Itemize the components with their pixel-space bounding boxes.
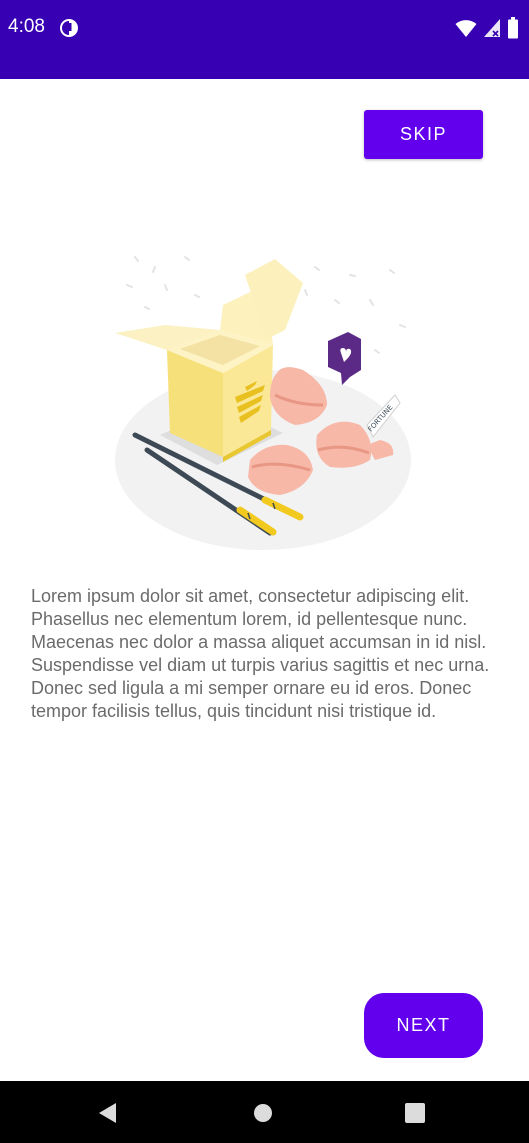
status-bar: 4:08 bbox=[0, 0, 529, 79]
signal-icon bbox=[484, 19, 500, 37]
next-button[interactable]: NEXT bbox=[364, 993, 483, 1058]
onboarding-screen: 4:08 SKIP FORTUNE Lorem ipsum dolor sit … bbox=[0, 0, 529, 1143]
skip-button[interactable]: SKIP bbox=[364, 110, 483, 159]
status-icons bbox=[455, 16, 519, 40]
wifi-icon bbox=[455, 20, 477, 37]
battery-icon bbox=[508, 17, 518, 39]
status-time: 4:08 bbox=[8, 16, 45, 37]
recents-icon[interactable] bbox=[403, 1101, 427, 1125]
back-icon[interactable] bbox=[97, 1101, 121, 1125]
app-notification-icon bbox=[60, 19, 78, 37]
heart-bubble-icon bbox=[328, 332, 361, 385]
home-icon[interactable] bbox=[251, 1101, 275, 1125]
fortune-cookie-illustration: FORTUNE bbox=[115, 256, 411, 550]
onboarding-description: Lorem ipsum dolor sit amet, consectetur … bbox=[31, 586, 490, 721]
system-navigation-bar bbox=[0, 1081, 529, 1143]
